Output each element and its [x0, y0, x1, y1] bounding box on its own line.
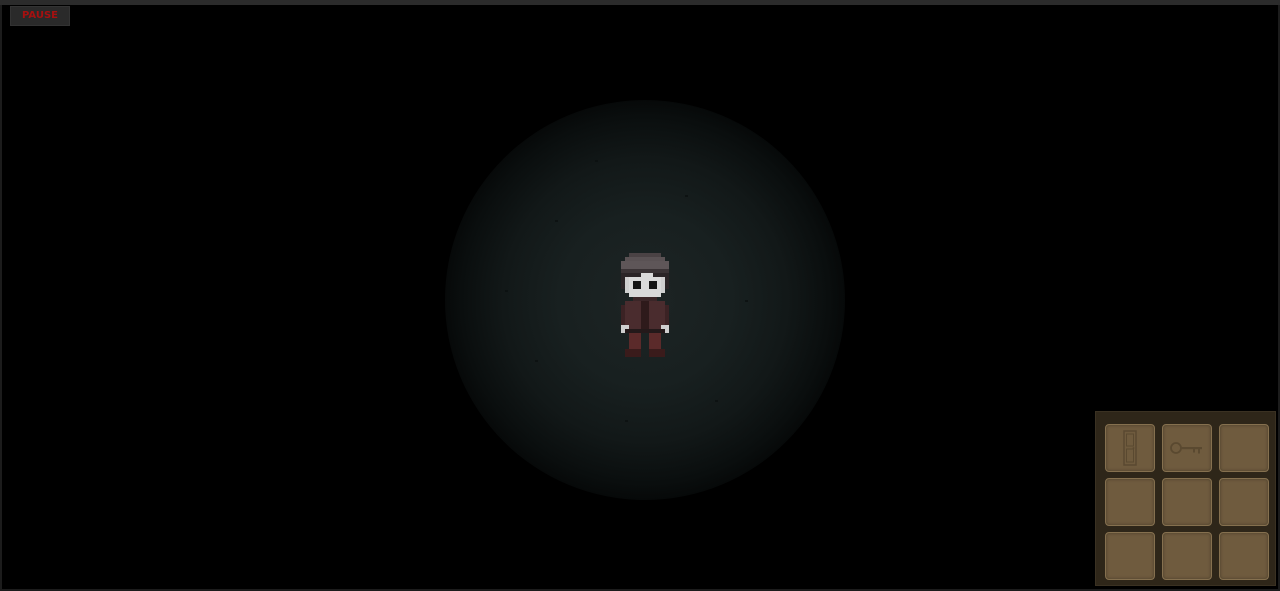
inventory-slot-7[interactable] [1105, 532, 1155, 580]
inventory-slot-4[interactable] [1105, 478, 1155, 526]
inventory-slot-2[interactable] [1162, 424, 1212, 472]
inventory-slot-5[interactable] [1162, 478, 1212, 526]
inventory-slot-3[interactable] [1219, 424, 1269, 472]
floor-speck [595, 160, 598, 162]
inventory-slot-8[interactable] [1162, 532, 1212, 580]
floor-speck [535, 360, 538, 362]
floor-speck [625, 420, 628, 422]
floor-speck [555, 220, 558, 222]
player-character-icon [621, 253, 669, 357]
pause-button[interactable]: PAUSE [10, 6, 70, 26]
floor-speck [685, 195, 688, 197]
key-icon [1170, 442, 1202, 454]
inventory-panel [1095, 411, 1276, 586]
floor-speck [745, 300, 748, 302]
floor-speck [505, 290, 508, 292]
door-icon [1123, 430, 1137, 466]
floor-speck [715, 400, 718, 402]
game-viewport[interactable] [0, 5, 1280, 591]
inventory-slot-6[interactable] [1219, 478, 1269, 526]
inventory-slot-9[interactable] [1219, 532, 1269, 580]
inventory-slot-1[interactable] [1105, 424, 1155, 472]
